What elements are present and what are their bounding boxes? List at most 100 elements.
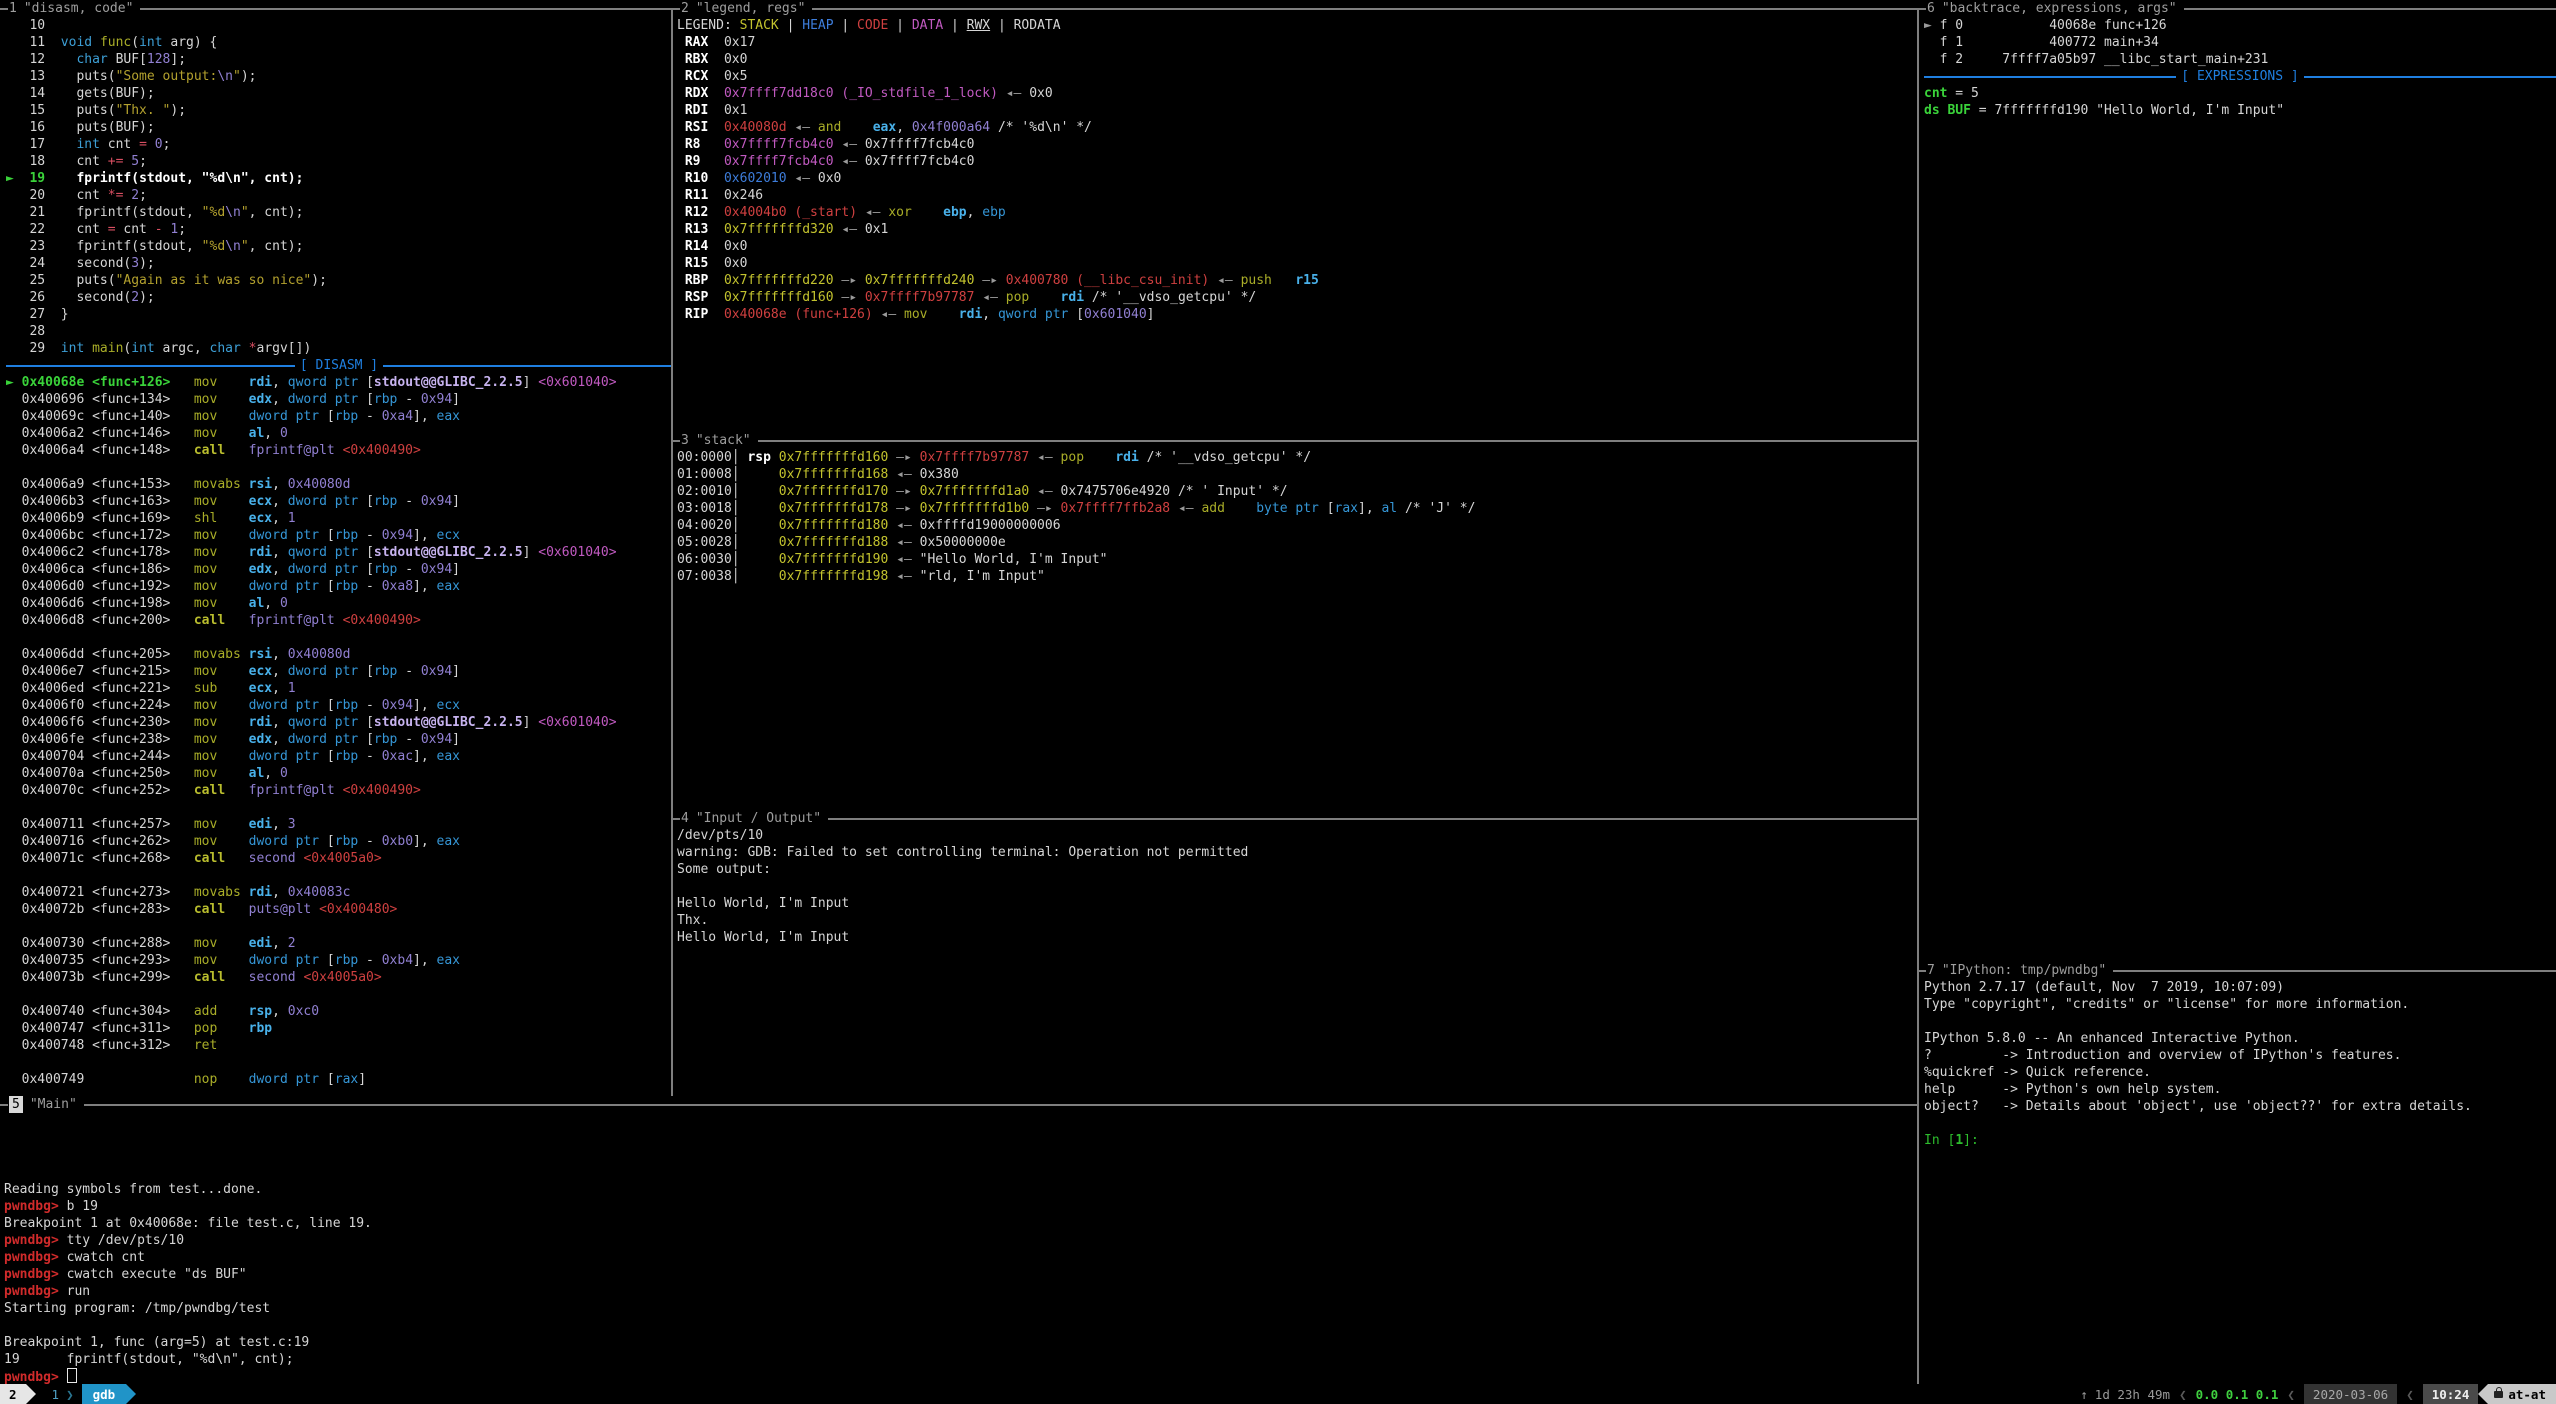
border-line [2184, 8, 2556, 10]
chevron-left-icon: ❮ [2170, 1386, 2196, 1403]
terminal-line: ds BUF = 7fffffffd190 "Hello World, I'm … [1924, 102, 2556, 119]
powerline-arrow-icon [126, 1384, 136, 1404]
terminal-line: 0x400747 <func+311> pop rbp [6, 1020, 672, 1037]
terminal-line: 0x40071c <func+268> call second <0x4005a… [6, 850, 672, 867]
terminal-line: 0x4006d8 <func+200> call fprintf@plt <0x… [6, 612, 672, 629]
terminal-line: RIP 0x40068e (func+126) ◂— mov rdi, qwor… [677, 306, 1918, 323]
tmux-pwndbg-screen: { "status": { "session": "2", "window_in… [0, 0, 2556, 1404]
terminal-line: 0x4006a9 <func+153> movabs rsi, 0x40080d [6, 476, 672, 493]
terminal-line: 0x4006a4 <func+148> call fprintf@plt <0x… [6, 442, 672, 459]
pane-stack[interactable]: 3"stack" 00:0000│ rsp 0x7fffffffd160 —▸ … [672, 432, 1918, 810]
terminal-line [6, 799, 672, 816]
terminal-line: Python 2.7.17 (default, Nov 7 2019, 10:0… [1924, 979, 2556, 996]
status-left: 2 1❯ gdb [0, 1384, 136, 1404]
backtrace-content: ► f 0 40068e func+126 f 1 400772 main+34… [1918, 17, 2556, 962]
terminal-line: 00:0000│ rsp 0x7fffffffd160 —▸ 0x7ffff7b… [677, 449, 1918, 466]
terminal-line: 24 second(3); [6, 255, 672, 272]
pane-regs-header: 2"legend, regs" [672, 0, 1918, 17]
terminal-line: 13 puts("Some output:\n"); [6, 68, 672, 85]
stack-content: 00:0000│ rsp 0x7fffffffd160 —▸ 0x7ffff7b… [672, 449, 1918, 810]
border-line [1918, 970, 1926, 972]
pane-border-vertical-right [1917, 8, 1919, 1384]
ipython-console-content[interactable]: Python 2.7.17 (default, Nov 7 2019, 10:0… [1918, 979, 2556, 1384]
terminal-line: RDX 0x7ffff7dd18c0 (_IO_stdfile_1_lock) … [677, 85, 1918, 102]
terminal-line: 0x4006bc <func+172> mov dword ptr [rbp -… [6, 527, 672, 544]
terminal-line [4, 1130, 1918, 1147]
pane-backtrace[interactable]: 6"backtrace, expressions, args" ► f 0 40… [1918, 0, 2556, 962]
terminal-line: R8 0x7ffff7fcb4c0 ◂— 0x7ffff7fcb4c0 [677, 136, 1918, 153]
chevron-right-icon: ❯ [66, 1386, 82, 1403]
status-time: 10:24 [2423, 1384, 2479, 1404]
session-index-badge[interactable]: 2 [0, 1384, 26, 1404]
gdb-console-content[interactable]: Reading symbols from test...done.pwndbg>… [0, 1113, 1918, 1384]
border-line [828, 818, 1918, 820]
terminal-line: 26 second(2); [6, 289, 672, 306]
pane-title: "IPython: tmp/pwndbg" [1942, 962, 2106, 979]
terminal-line: 21 fprintf(stdout, "%d\n", cnt); [6, 204, 672, 221]
terminal-line: 0x4006a2 <func+146> mov al, 0 [6, 425, 672, 442]
terminal-line: 0x4006b9 <func+169> shl ecx, 1 [6, 510, 672, 527]
section-divider: [ DISASM ] [6, 357, 672, 374]
terminal-line: pwndbg> b 19 [4, 1198, 1918, 1215]
pane-ipython[interactable]: 7 "IPython: tmp/pwndbg" Python 2.7.17 (de… [1918, 962, 2556, 1384]
pane-main-gdb[interactable]: 5"Main" Reading symbols from test...done… [0, 1096, 1918, 1384]
window-name-gdb-tab[interactable]: gdb [82, 1384, 127, 1404]
terminal-line: 22 cnt = cnt - 1; [6, 221, 672, 238]
terminal-line: 0x400696 <func+134> mov edx, dword ptr [… [6, 391, 672, 408]
border-line [672, 440, 680, 442]
pane-disasm-code[interactable]: 1"disasm, code" 10 11 void func(int arg)… [0, 0, 672, 1096]
terminal-line: 0x400711 <func+257> mov edi, 3 [6, 816, 672, 833]
border-line [672, 818, 680, 820]
terminal-line [6, 459, 672, 476]
terminal-line: RSI 0x40080d ◂— and eax, 0x4f000a64 /* '… [677, 119, 1918, 136]
hostname-label: at-at [2508, 1386, 2546, 1403]
pane-legend-regs[interactable]: 2"legend, regs" LEGEND: STACK | HEAP | C… [672, 0, 1918, 432]
terminal-line: 12 char BUF[128]; [6, 51, 672, 68]
terminal-line: warning: GDB: Failed to set controlling … [677, 844, 1918, 861]
terminal-line: cnt = 5 [1924, 85, 2556, 102]
terminal-line: 16 puts(BUF); [6, 119, 672, 136]
terminal-line [4, 1147, 1918, 1164]
terminal-line [4, 1113, 1918, 1130]
pane-ipython-header: 7 "IPython: tmp/pwndbg" [1918, 962, 2556, 979]
terminal-line: R12 0x4004b0 (_start) ◂— xor ebp, ebp [677, 204, 1918, 221]
window-index[interactable]: 1 [36, 1386, 67, 1403]
tmux-status-bar: 2 1❯ gdb ↑ 1d 23h 49m ❮ 0.0 0.1 0.1 ❮ 20… [0, 1384, 2556, 1404]
pane-number: 7 [1927, 962, 1935, 979]
terminal-line: 0x4006d0 <func+192> mov dword ptr [rbp -… [6, 578, 672, 595]
terminal-line: 0x40069c <func+140> mov dword ptr [rbp -… [6, 408, 672, 425]
powerline-arrow-icon [26, 1384, 36, 1404]
terminal-line: pwndbg> tty /dev/pts/10 [4, 1232, 1918, 1249]
terminal-line: RSP 0x7fffffffd160 —▸ 0x7ffff7b97787 ◂— … [677, 289, 1918, 306]
terminal-line: help -> Python's own help system. [1924, 1081, 2556, 1098]
terminal-line: 05:0028│ 0x7fffffffd188 ◂— 0x50000000e [677, 534, 1918, 551]
pane-io-header: 4"Input / Output" [672, 810, 1918, 827]
border-line [140, 8, 672, 10]
terminal-line: R15 0x0 [677, 255, 1918, 272]
terminal-line: IPython 5.8.0 -- An enhanced Interactive… [1924, 1030, 2556, 1047]
terminal-line: 01:0008│ 0x7fffffffd168 ◂— 0x380 [677, 466, 1918, 483]
terminal-line: Hello World, I'm Input [677, 929, 1918, 946]
pane-main-header: 5"Main" [0, 1096, 1918, 1113]
terminal-line: 23 fprintf(stdout, "%d\n", cnt); [6, 238, 672, 255]
pane-number: 4 [681, 810, 689, 827]
terminal-line: RDI 0x1 [677, 102, 1918, 119]
terminal-line: Starting program: /tmp/pwndbg/test [4, 1300, 1918, 1317]
terminal-line: 02:0010│ 0x7fffffffd170 —▸ 0x7fffffffd1a… [677, 483, 1918, 500]
terminal-line: Type "copyright", "credits" or "license"… [1924, 996, 2556, 1013]
pane-number-active: 5 [9, 1096, 23, 1113]
text-cursor[interactable] [67, 1368, 77, 1383]
terminal-line: LEGEND: STACK | HEAP | CODE | DATA | RWX… [677, 17, 1918, 34]
terminal-line: 0x4006c2 <func+178> mov rdi, qword ptr [… [6, 544, 672, 561]
powerline-arrow-left-icon [2478, 1384, 2488, 1404]
terminal-line: 0x4006d6 <func+198> mov al, 0 [6, 595, 672, 612]
terminal-line: f 2 7ffff7a05b97 __libc_start_main+231 [1924, 51, 2556, 68]
terminal-line: 17 int cnt = 0; [6, 136, 672, 153]
terminal-line: 0x40072b <func+283> call puts@plt <0x400… [6, 901, 672, 918]
pane-input-output[interactable]: 4"Input / Output" /dev/pts/10warning: GD… [672, 810, 1918, 1096]
terminal-line: Some output: [677, 861, 1918, 878]
terminal-line: 0x400748 <func+312> ret [6, 1037, 672, 1054]
terminal-line: object? -> Details about 'object', use '… [1924, 1098, 2556, 1115]
pane-stack-header: 3"stack" [672, 432, 1918, 449]
terminal-line [6, 986, 672, 1003]
